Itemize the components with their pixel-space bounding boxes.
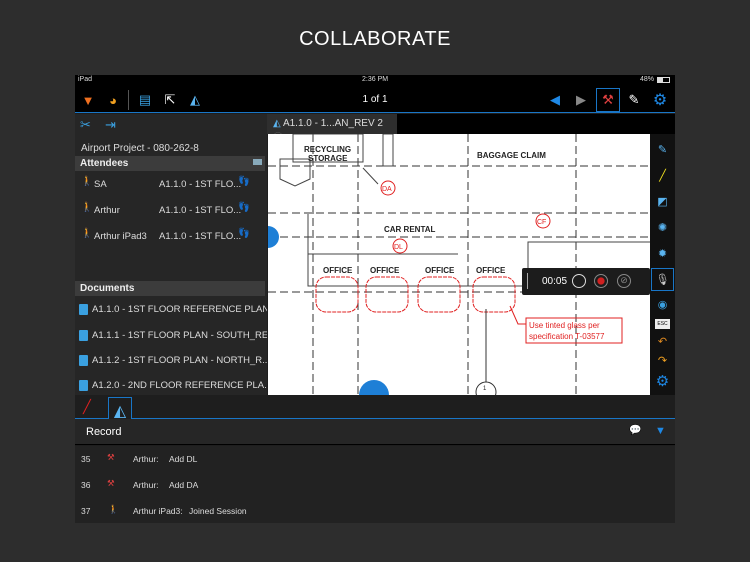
record-button[interactable] [594,274,608,288]
tool-settings-icon[interactable]: ⚙ [653,371,672,390]
record-header: Record 💬 ▼ [75,419,675,445]
markup-tools-icon[interactable]: ⚒ [596,88,620,112]
project-name: Airport Project - 080-262-8 [81,143,199,154]
room-label: OFFICE [476,266,506,275]
device-label: iPad [78,76,93,83]
microphone-icon[interactable]: 🎙 [651,268,674,291]
markup-list-icon[interactable]: ✎ [653,140,672,159]
settings-gear-icon[interactable]: ⚙ [650,90,670,110]
clock: 2:36 PM [362,76,389,83]
room-label: RECYCLING [304,145,351,154]
camera-icon[interactable]: ◉ [653,295,672,314]
bottom-tabs: ╱ ◭ [75,395,675,420]
shapes-icon[interactable]: ◩ [653,192,672,211]
attendee-row[interactable]: 🚶 Arthur A1.1.0 - 1ST FLO... 👣 [75,202,265,222]
follow-footsteps-icon[interactable]: 👣 [238,228,250,239]
filter-icon[interactable]: ▼ [655,425,666,437]
battery-level: 48% [640,76,655,83]
attendees-header: Attendees [75,156,265,171]
exit-session-icon[interactable]: ⇥ [105,117,116,133]
attendee-row[interactable]: 🚶 Arthur iPad3 A1.1.0 - 1ST FLO... 👣 [75,228,265,248]
ipad-screen: iPad 2:36 PM 48% ▼ ◕ ▤ ⇱ ◭ 1 of 1 ◀ ▶ ⚒ … [75,75,675,523]
markup-toolbar: ✎ ╱ ◩ ✺ ✹ 🎙 ◉ ESC ↶ ↷ ⚙ [650,134,675,395]
audio-recorder: 00:05 ⊘ [522,268,650,295]
studio-icon[interactable]: ◕ [103,90,123,110]
document-item[interactable]: A1.1.1 - 1ST FLOOR PLAN - SOUTH_RE... [79,330,267,341]
markup-tag: DL [394,244,403,251]
callout-text: Use tinted glass per [529,321,600,330]
attendee-row[interactable]: 🚶 SA A1.1.0 - 1ST FLO... 👣 [75,176,265,196]
highlighter-icon[interactable]: ╱ [653,166,672,185]
menu-dropdown-icon[interactable]: ▼ [78,90,98,110]
chat-icon[interactable]: 💬 [629,425,641,436]
room-label: OFFICE [425,266,455,275]
recording-time: 00:05 [542,276,568,287]
markup-tag: DA [382,186,392,193]
attendee-cursor [268,226,279,248]
room-label: OFFICE [370,266,400,275]
previous-page-icon[interactable]: ◀ [545,90,565,110]
next-page-icon[interactable]: ▶ [571,90,591,110]
redo-icon[interactable]: ↷ [653,351,672,370]
cloud-icon[interactable]: ✺ [653,218,672,237]
follow-footsteps-icon[interactable]: 👣 [238,176,250,187]
room-label: CAR RENTAL [384,225,436,234]
room-label: STORAGE [308,154,348,163]
divider [128,90,129,110]
attendee-icon: 🚶 [108,504,119,514]
session-icon[interactable]: ◭ [185,90,205,110]
room-label: OFFICE [323,266,353,275]
session-panel: ✂ ⇥ Airport Project - 080-262-8 Attendee… [75,114,267,395]
session-icon: ◭ [273,118,281,129]
status-bar: iPad 2:36 PM 48% [75,75,675,86]
battery-icon [657,77,670,83]
stamp-icon[interactable]: ✹ [653,244,672,263]
follow-footsteps-icon[interactable]: 👣 [238,202,250,213]
markup-tag: CF [537,219,546,226]
documents-header: Documents [75,281,265,296]
cancel-recording-button[interactable]: ⊘ [617,274,631,288]
markup-icon: ⚒ [107,452,115,462]
mail-icon[interactable] [253,159,262,165]
record-row[interactable]: 35 ⚒ Arthur: Add DL [75,446,675,472]
pdf-icon [79,355,88,366]
floor-plan: RECYCLING STORAGE BAGGAGE CLAIM CAR RENT… [268,134,650,395]
document-tab[interactable]: ◭ A1.1.0 - 1...AN_REV 2 ⓧ [267,114,397,144]
session-tab-icon[interactable]: ◭ [108,397,132,420]
record-row[interactable]: 37 🚶 Arthur iPad3: Joined Session [75,498,675,523]
hero-title: COLLABORATE [299,28,451,50]
stop-button[interactable] [572,274,586,288]
room-label: BAGGAGE CLAIM [477,151,546,160]
undo-icon[interactable]: ↶ [653,332,672,351]
attendee-cursor [359,380,389,395]
pdf-icon [79,380,88,391]
document-item[interactable]: A1.1.2 - 1ST FLOOR PLAN - NORTH_R... [79,355,267,366]
drawing-canvas[interactable]: RECYCLING STORAGE BAGGAGE CLAIM CAR RENT… [268,134,650,395]
document-item[interactable]: A1.1.0 - 1ST FLOOR REFERENCE PLAN... [79,304,267,315]
pdf-icon [79,330,88,341]
markups-tab-pen-icon[interactable]: ╱ [83,399,91,415]
document-item[interactable]: A1.2.0 - 2ND FLOOR REFERENCE PLA... [79,380,267,391]
pdf-icon [79,304,88,315]
share-icon[interactable]: ⇱ [160,90,180,110]
markup-icon: ⚒ [107,478,115,488]
level-meter-icon [527,273,533,289]
disconnect-icon[interactable]: ✂ [80,117,91,133]
record-row[interactable]: 36 ⚒ Arthur: Add DA [75,472,675,498]
escape-icon[interactable]: ESC [655,318,670,329]
record-title: Record [86,426,122,438]
pen-icon[interactable]: ✎ [624,90,644,110]
document-tabs: ◭ A1.1.0 - 1...AN_REV 2 ⓧ [267,114,675,144]
callout-text: specification T-03577 [529,332,605,341]
main-toolbar: ▼ ◕ ▤ ⇱ ◭ 1 of 1 ◀ ▶ ⚒ ✎ ⚙ [75,86,675,113]
page-indicator: 1 of 1 [362,94,388,105]
open-document-icon[interactable]: ▤ [135,90,155,110]
